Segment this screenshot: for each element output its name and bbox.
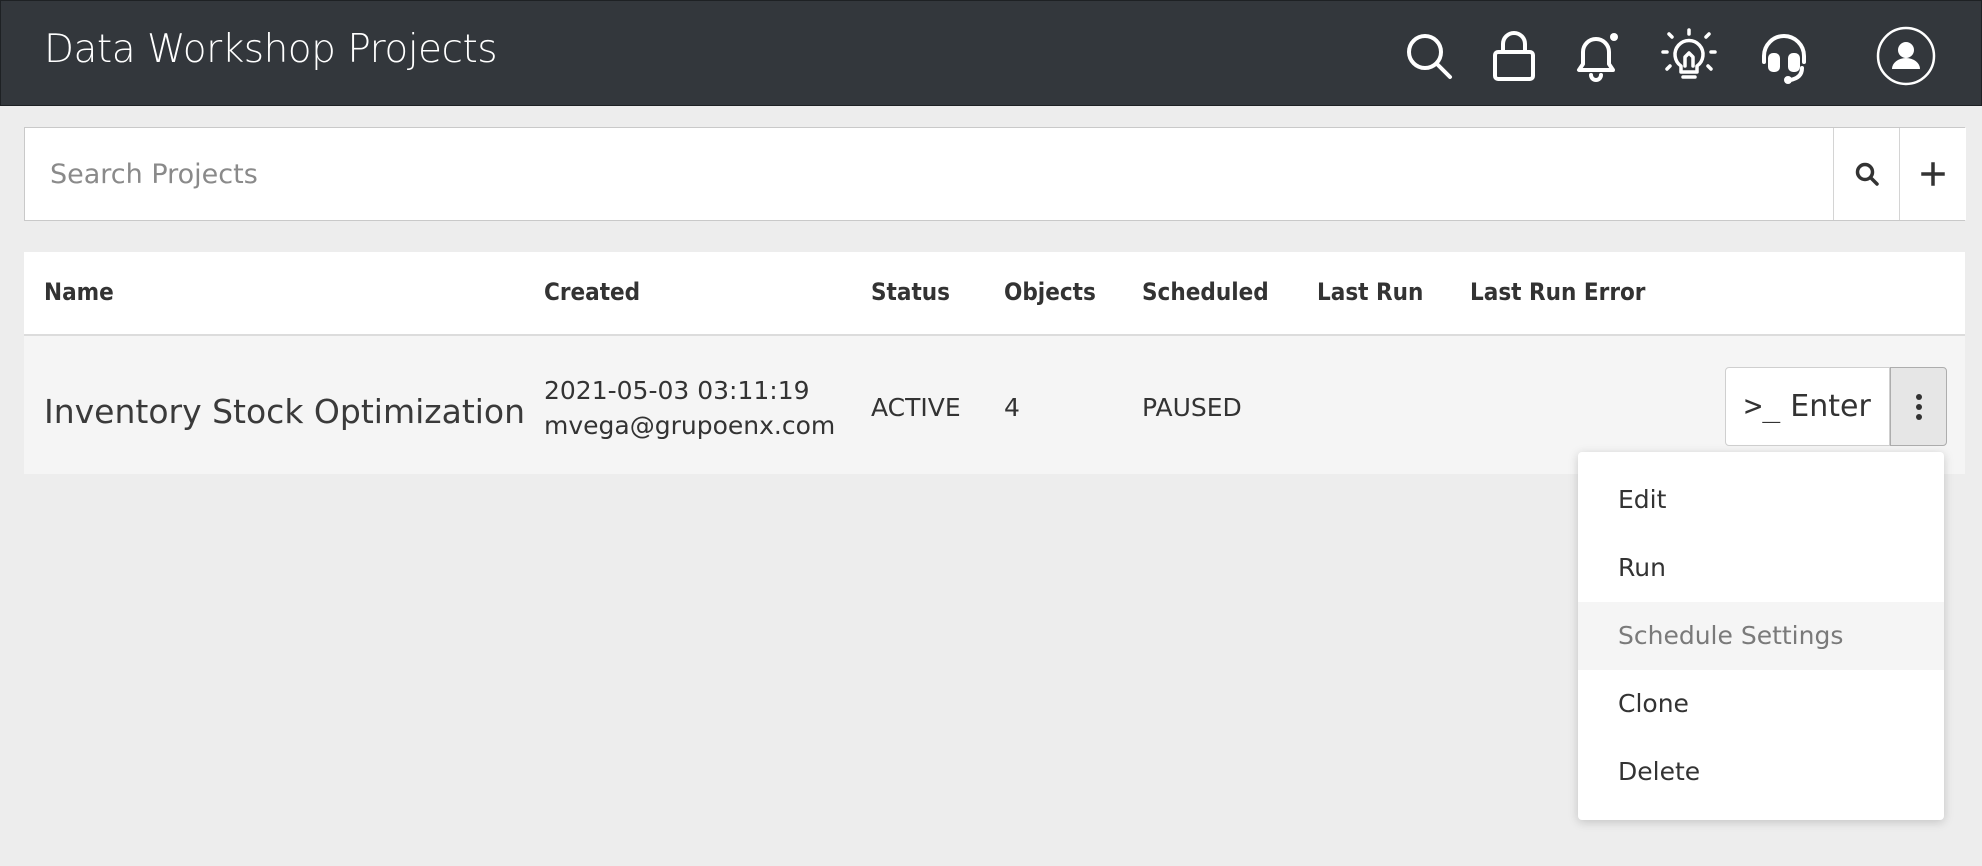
enter-button[interactable]: >_ Enter: [1725, 367, 1890, 446]
column-header-created[interactable]: Created: [544, 278, 640, 306]
projects-table: Name Created Status Objects Scheduled La…: [24, 252, 1965, 474]
column-header-status[interactable]: Status: [871, 278, 950, 306]
created-by: mvega@grupoenx.com: [544, 411, 836, 440]
search-button[interactable]: [1833, 128, 1900, 220]
top-bar: Data Workshop Projects: [0, 0, 1982, 106]
vertical-dots-icon: [1915, 393, 1922, 420]
lock-icon[interactable]: [1486, 28, 1542, 84]
status-value: ACTIVE: [871, 393, 961, 422]
table-header: Name Created Status Objects Scheduled La…: [24, 252, 1965, 336]
bell-icon[interactable]: [1569, 28, 1625, 84]
scheduled-value: PAUSED: [1142, 393, 1242, 422]
add-project-button[interactable]: [1899, 128, 1966, 220]
column-header-name[interactable]: Name: [44, 278, 114, 306]
menu-item-schedule-settings[interactable]: Schedule Settings: [1578, 602, 1944, 670]
app-title: Data Workshop Projects: [44, 27, 498, 72]
row-actions-menu: Edit Run Schedule Settings Clone Delete: [1578, 452, 1944, 820]
column-header-last-run[interactable]: Last Run: [1317, 278, 1423, 306]
created-date: 2021-05-03 03:11:19: [544, 376, 810, 405]
search-input[interactable]: [25, 128, 1832, 220]
search-bar: [24, 127, 1966, 221]
column-header-scheduled[interactable]: Scheduled: [1142, 278, 1269, 306]
lightbulb-icon[interactable]: [1661, 28, 1717, 84]
menu-item-run[interactable]: Run: [1578, 534, 1944, 602]
column-header-objects[interactable]: Objects: [1004, 278, 1096, 306]
user-avatar-icon[interactable]: [1876, 26, 1936, 86]
menu-item-delete[interactable]: Delete: [1578, 738, 1944, 806]
column-header-last-run-error[interactable]: Last Run Error: [1470, 278, 1645, 306]
search-icon: [1855, 162, 1879, 186]
menu-item-clone[interactable]: Clone: [1578, 670, 1944, 738]
headset-icon[interactable]: [1756, 28, 1812, 84]
terminal-icon: >_: [1744, 389, 1781, 424]
project-name[interactable]: Inventory Stock Optimization: [44, 392, 525, 431]
plus-icon: [1921, 162, 1945, 186]
menu-item-edit[interactable]: Edit: [1578, 466, 1944, 534]
search-icon[interactable]: [1401, 28, 1457, 84]
objects-count: 4: [1004, 393, 1020, 422]
enter-label: Enter: [1790, 389, 1871, 424]
row-actions-button[interactable]: [1890, 367, 1947, 446]
